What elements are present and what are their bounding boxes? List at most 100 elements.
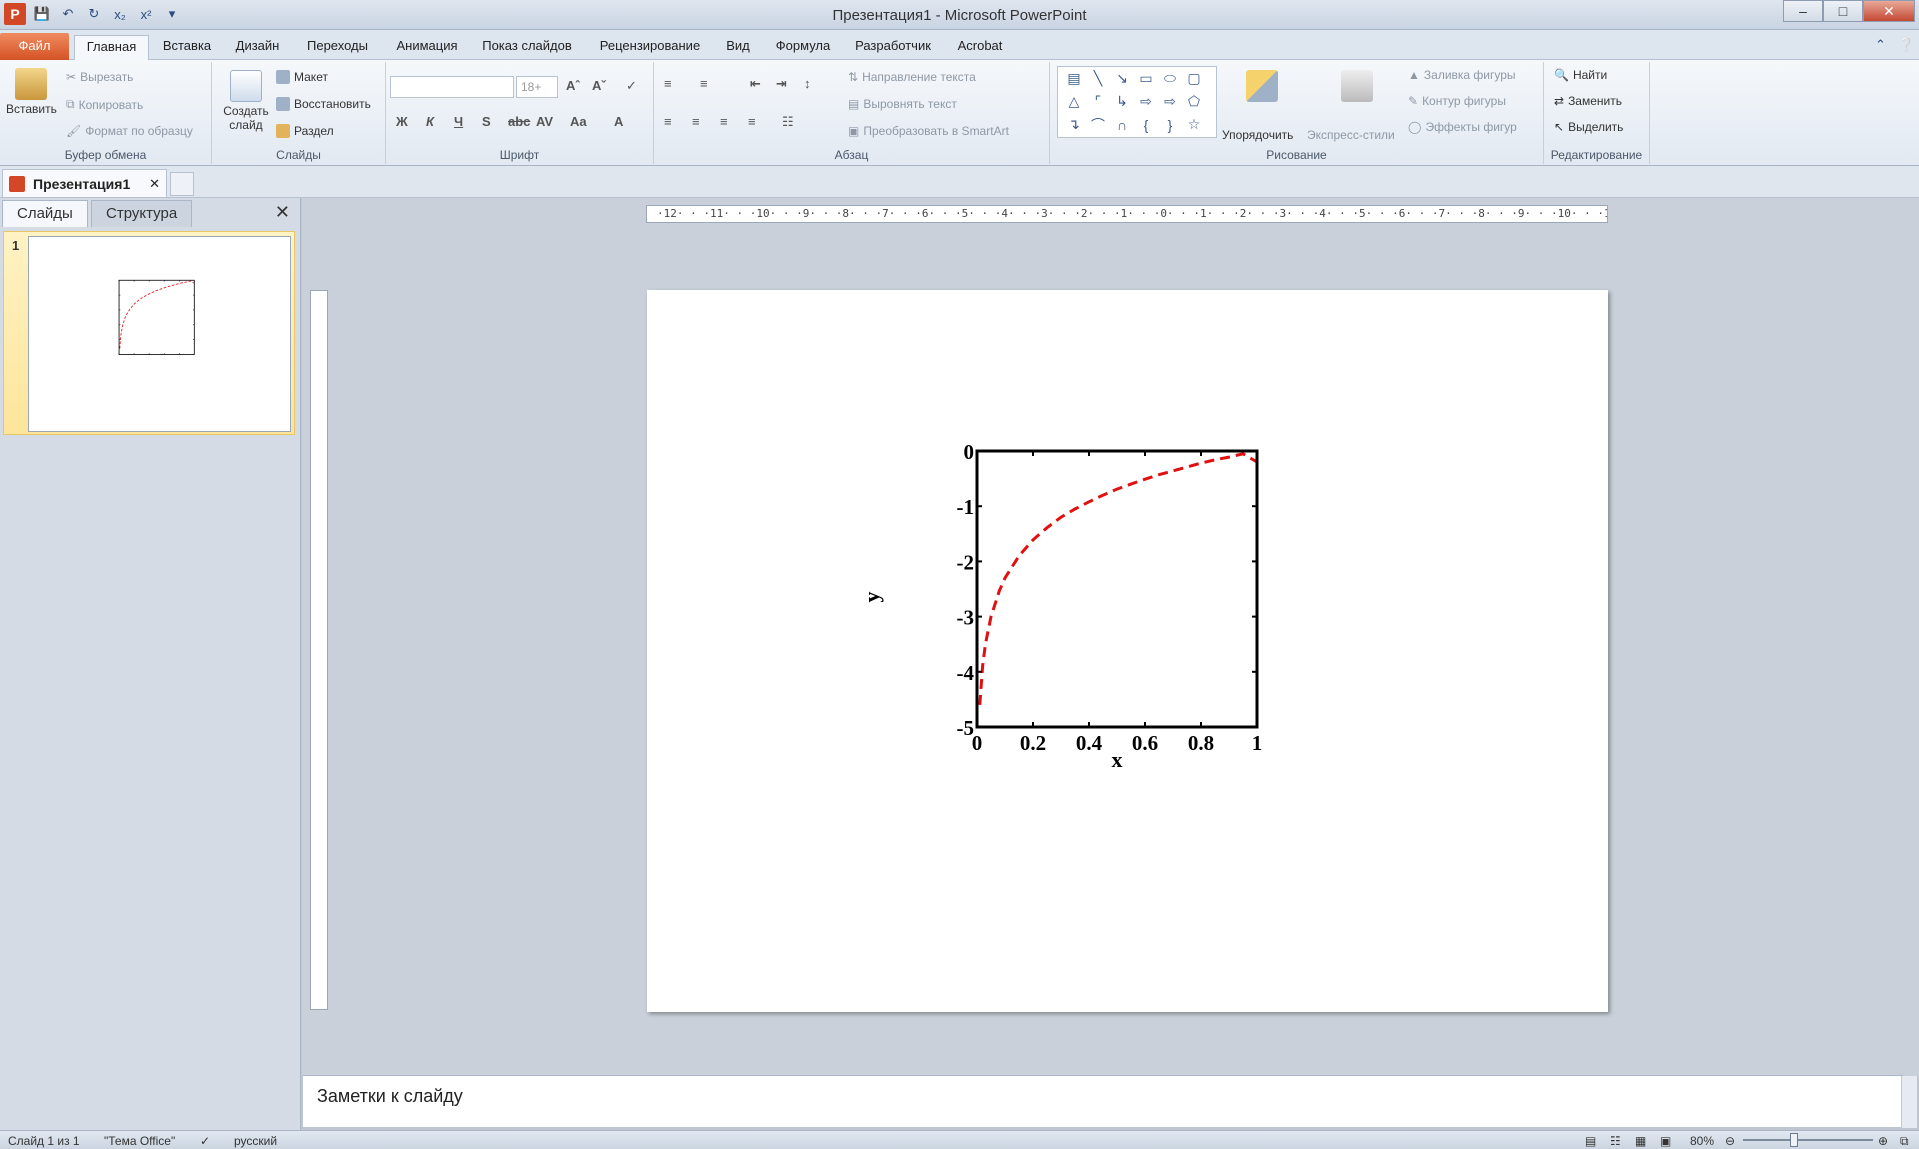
justify-icon[interactable]: ≡ bbox=[748, 114, 756, 129]
align-text-button[interactable]: ▤ Выровнять текст bbox=[848, 97, 957, 111]
change-case-icon[interactable]: Aa bbox=[570, 114, 587, 129]
minimize-button[interactable]: – bbox=[1783, 0, 1823, 22]
tab-transitions[interactable]: Переходы bbox=[300, 35, 375, 60]
help-icon[interactable]: ❔ bbox=[1898, 37, 1914, 53]
increase-indent-icon[interactable]: ⇥ bbox=[776, 76, 787, 92]
zoom-in-icon[interactable]: ⊕ bbox=[1878, 1134, 1888, 1148]
font-name-field[interactable] bbox=[390, 76, 514, 98]
tab-view[interactable]: Вид bbox=[718, 35, 758, 60]
zoom-slider-thumb[interactable] bbox=[1790, 1133, 1798, 1147]
shape-effects-button[interactable]: ◯ Эффекты фигур bbox=[1408, 120, 1517, 134]
tab-home[interactable]: Главная bbox=[74, 35, 149, 61]
sorter-view-icon[interactable]: ☷ bbox=[1610, 1134, 1621, 1148]
tab-slideshow[interactable]: Показ слайдов bbox=[477, 35, 577, 60]
minimize-ribbon-icon[interactable]: ⌃ bbox=[1875, 37, 1886, 53]
smartart-button[interactable]: ▣ Преобразовать в SmartArt bbox=[848, 124, 1009, 138]
rectangle-shape-icon[interactable]: ▭ bbox=[1134, 67, 1158, 90]
reset-button[interactable]: Восстановить bbox=[276, 97, 371, 111]
clear-format-icon[interactable]: ✓ bbox=[626, 78, 637, 94]
reading-view-icon[interactable]: ▦ bbox=[1635, 1134, 1646, 1148]
close-panel-icon[interactable]: ✕ bbox=[275, 202, 290, 223]
rounded-rect-shape-icon[interactable]: ▢ bbox=[1182, 67, 1206, 90]
spellcheck-icon[interactable]: ✓ bbox=[200, 1134, 210, 1148]
tab-design[interactable]: Дизайн bbox=[225, 35, 290, 60]
chevron-shape-icon[interactable]: ⇨ bbox=[1158, 90, 1182, 113]
tab-file[interactable]: Файл bbox=[0, 33, 69, 60]
slide-thumbnail-row[interactable]: 1 bbox=[3, 231, 295, 435]
text-direction-button[interactable]: ⇅ Направление текста bbox=[848, 70, 976, 84]
align-left-icon[interactable]: ≡ bbox=[664, 114, 672, 129]
zoom-level[interactable]: 80% bbox=[1690, 1134, 1714, 1148]
tab-developer[interactable]: Разработчик bbox=[848, 35, 938, 60]
paste-button[interactable]: Вставить bbox=[6, 68, 57, 116]
tab-acrobat[interactable]: Acrobat bbox=[950, 35, 1010, 60]
shrink-font-icon[interactable]: Aˇ bbox=[592, 78, 606, 93]
bullets-icon[interactable]: ≡ bbox=[664, 76, 672, 91]
arrow-line-shape-icon[interactable]: ↘ bbox=[1110, 67, 1134, 90]
select-button[interactable]: ↖ Выделить bbox=[1554, 120, 1623, 134]
zoom-slider-track[interactable] bbox=[1743, 1139, 1873, 1141]
language[interactable]: русский bbox=[234, 1134, 277, 1148]
elbow-arrow-icon[interactable]: ↳ bbox=[1110, 90, 1134, 113]
strikethrough-icon[interactable]: abc bbox=[508, 114, 530, 129]
theme-name[interactable]: "Тема Office" bbox=[104, 1134, 175, 1148]
bold-icon[interactable]: Ж bbox=[396, 114, 408, 129]
columns-icon[interactable]: ☷ bbox=[782, 114, 794, 130]
star-shape-icon[interactable]: ☆ bbox=[1182, 113, 1206, 136]
cut-button[interactable]: ✂ Вырезать bbox=[66, 70, 133, 84]
pentagon-shape-icon[interactable]: ⬠ bbox=[1182, 90, 1206, 113]
underline-icon[interactable]: Ч bbox=[454, 114, 463, 129]
normal-view-icon[interactable]: ▤ bbox=[1585, 1134, 1596, 1148]
new-document-tab[interactable] bbox=[170, 172, 194, 196]
font-color-icon[interactable]: A bbox=[614, 114, 623, 129]
grow-font-icon[interactable]: Aˆ bbox=[566, 78, 580, 93]
textbox-shape-icon[interactable]: ▤ bbox=[1062, 67, 1086, 90]
fit-to-window-icon[interactable]: ⧉ bbox=[1900, 1134, 1909, 1149]
find-button[interactable]: 🔍 Найти bbox=[1554, 68, 1607, 82]
new-slide-button[interactable]: Создать слайд bbox=[220, 70, 272, 132]
line-shape-icon[interactable]: ╲ bbox=[1086, 67, 1110, 90]
format-painter-button[interactable]: 🖌 Формат по образцу bbox=[66, 124, 193, 138]
slide-canvas[interactable]: 0 0.2 0.4 0.6 0.8 1 0 -1 -2 -3 -4 -5 x y bbox=[647, 290, 1608, 1012]
right-brace-icon[interactable]: } bbox=[1158, 113, 1182, 136]
tab-insert[interactable]: Вставка bbox=[157, 35, 217, 60]
quick-styles-button[interactable]: Экспресс-стили bbox=[1307, 70, 1395, 142]
shadow-icon[interactable]: S bbox=[482, 114, 491, 129]
shape-fill-button[interactable]: ▲ Заливка фигуры bbox=[1408, 68, 1516, 82]
spacing-icon[interactable]: AV bbox=[536, 114, 553, 129]
curve-shape-icon[interactable]: ∩ bbox=[1110, 113, 1134, 136]
close-document-icon[interactable]: ✕ bbox=[149, 176, 160, 192]
slideshow-view-icon[interactable]: ▣ bbox=[1660, 1134, 1671, 1148]
slide-thumbnail[interactable] bbox=[28, 236, 291, 432]
decrease-indent-icon[interactable]: ⇤ bbox=[750, 76, 761, 92]
curve-arrow-icon[interactable]: ↴ bbox=[1062, 113, 1086, 136]
align-right-icon[interactable]: ≡ bbox=[720, 114, 728, 129]
elbow-connector-icon[interactable]: ⌜ bbox=[1086, 90, 1110, 113]
numbering-icon[interactable]: ≡ bbox=[700, 76, 708, 91]
copy-button[interactable]: ⧉ Копировать bbox=[66, 97, 143, 112]
shape-outline-button[interactable]: ✎ Контур фигуры bbox=[1408, 94, 1506, 108]
notes-scrollbar[interactable] bbox=[1901, 1076, 1917, 1128]
tab-formula[interactable]: Формула bbox=[768, 35, 838, 60]
zoom-out-icon[interactable]: ⊖ bbox=[1725, 1134, 1735, 1148]
font-size-field[interactable]: 18+ bbox=[516, 76, 558, 98]
arrange-button[interactable]: Упорядочить bbox=[1222, 70, 1293, 142]
shapes-gallery[interactable]: ▤ ╲ ↘ ▭ ⬭ ▢ △ ⌜ ↳ ⇨ ⇨ ⬠ ↴ ⌒ ∩ { } ☆ bbox=[1057, 66, 1217, 138]
tab-outline[interactable]: Структура bbox=[91, 200, 193, 227]
line-spacing-icon[interactable]: ↕ bbox=[804, 76, 811, 91]
tab-slides[interactable]: Слайды bbox=[2, 200, 88, 227]
notes-pane[interactable]: Заметки к слайду bbox=[303, 1075, 1917, 1128]
document-tab[interactable]: Презентация1 ✕ bbox=[2, 169, 167, 197]
replace-button[interactable]: ⇄ Заменить bbox=[1554, 94, 1622, 108]
section-button[interactable]: Раздел bbox=[276, 124, 334, 138]
tab-animation[interactable]: Анимация bbox=[387, 35, 467, 60]
arc-shape-icon[interactable]: ⌒ bbox=[1086, 113, 1110, 136]
maximize-button[interactable]: □ bbox=[1823, 0, 1863, 22]
triangle-shape-icon[interactable]: △ bbox=[1062, 90, 1086, 113]
right-arrow-shape-icon[interactable]: ⇨ bbox=[1134, 90, 1158, 113]
align-center-icon[interactable]: ≡ bbox=[692, 114, 700, 129]
tab-review[interactable]: Рецензирование bbox=[590, 35, 710, 60]
oval-shape-icon[interactable]: ⬭ bbox=[1158, 67, 1182, 90]
close-button[interactable]: ✕ bbox=[1863, 0, 1915, 22]
italic-icon[interactable]: К bbox=[426, 114, 434, 129]
